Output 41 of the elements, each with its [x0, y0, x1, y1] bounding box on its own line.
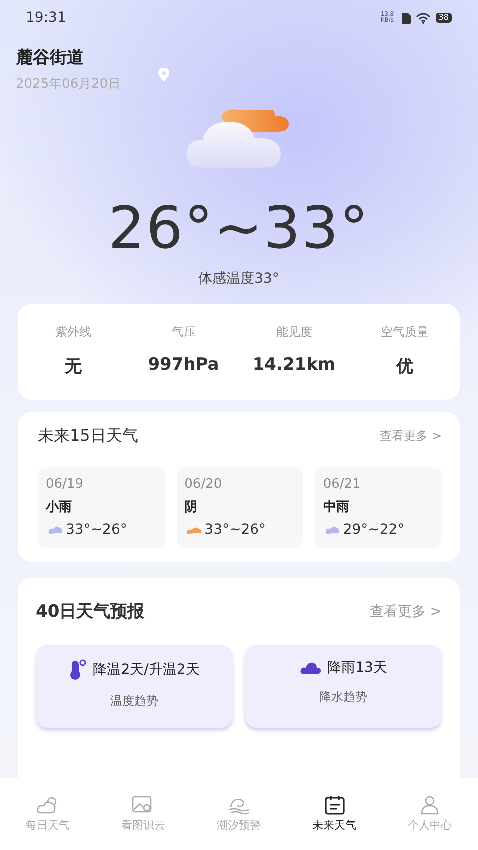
thermometer-icon: [69, 659, 88, 681]
temperature-range: 26°~33°: [108, 194, 370, 262]
detail-value: 优: [395, 356, 414, 378]
detail-value: 997hPa: [147, 355, 220, 377]
battery-level: 38: [436, 13, 452, 23]
status-time: 19:31: [26, 10, 66, 26]
trend-card[interactable]: 降雨13天 降水趋势: [245, 645, 442, 728]
detail-value: 14.21km: [252, 355, 337, 377]
trend-value: 降温2天/升温2天: [93, 661, 200, 679]
detail-label: 紫外线: [54, 324, 92, 341]
detail-label: 气压: [170, 324, 197, 341]
detail-label: 能见度: [275, 324, 314, 341]
day-date: 06/19: [46, 477, 84, 492]
sim-icon: [402, 12, 411, 24]
feels-like-temperature: 体感温度33°: [198, 270, 280, 288]
section-title: 未来15日天气: [38, 426, 138, 447]
trend-card[interactable]: 降温2天/升温2天 温度趋势: [36, 645, 233, 728]
day-forecast-card[interactable]: 06/19 小雨 33°~26°: [38, 467, 165, 548]
day-date: 06/21: [323, 477, 362, 492]
section-title: 40日天气预报: [36, 601, 145, 623]
wifi-icon: [416, 12, 431, 24]
trend-label: 温度趋势: [110, 693, 158, 710]
day-temperature-range: 29°~22°: [343, 522, 405, 538]
location-pin-icon: [158, 68, 170, 82]
calendar-icon: [322, 795, 347, 815]
current-date: 2025年06月20日: [16, 76, 122, 93]
day-forecast-card[interactable]: 06/20 阴 33°~26°: [176, 467, 304, 548]
trend-label: 降水趋势: [320, 689, 368, 706]
day-condition: 阴: [184, 499, 199, 516]
day-forecast-card[interactable]: 06/21 中雨 29°~22°: [315, 467, 442, 548]
cloud-icon: [300, 661, 322, 675]
detail-value: 无: [64, 356, 83, 378]
day-condition: 小雨: [46, 499, 73, 516]
trend-value: 降雨13天: [328, 659, 388, 677]
day-temperature-range: 33°~26°: [204, 522, 266, 538]
day-condition: 中雨: [323, 499, 350, 516]
location-name: 麓谷街道: [16, 47, 85, 69]
detail-label: 空气质量: [380, 324, 430, 341]
day-temperature-range: 33°~26°: [66, 522, 128, 538]
day-date: 06/20: [184, 477, 224, 492]
tab-bar-item[interactable]: 未来天气: [286, 778, 382, 850]
